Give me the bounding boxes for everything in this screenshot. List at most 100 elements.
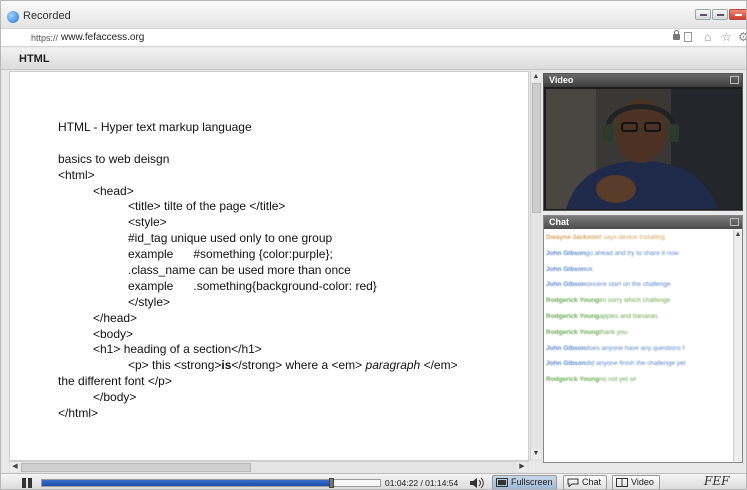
whiteboard-horizontal-scrollbar[interactable]: ◀ ▶ (9, 461, 529, 473)
scroll-right-icon[interactable]: ▶ (517, 462, 527, 472)
notes-line: <html> (58, 167, 95, 182)
scroll-thumb[interactable] (21, 463, 251, 472)
video-panel-header: Video (544, 74, 742, 87)
fullscreen-icon (496, 478, 508, 487)
minimize-button[interactable] (695, 9, 711, 20)
time-readout: 01:04:22 / 01:14:54 (385, 478, 459, 488)
fef-logo: FEF (704, 474, 730, 488)
volume-icon[interactable] (469, 477, 487, 489)
chat-toggle-button[interactable]: Chat (563, 475, 607, 489)
notes-line: </body> (93, 390, 137, 405)
chat-text: it says device Installing (598, 234, 665, 241)
notes-fragment-italic: paragraph (365, 358, 421, 373)
chat-sender: Rodgerick Young (546, 297, 600, 305)
scroll-left-icon[interactable]: ◀ (10, 462, 20, 472)
chat-icon (567, 478, 579, 488)
scroll-up-icon[interactable]: ▲ (531, 72, 541, 82)
url-scheme: https:// (31, 33, 59, 43)
window-title: Recorded (23, 10, 71, 22)
chat-message: Rodgerick Youngthank you (546, 325, 732, 341)
scroll-down-icon[interactable]: ▼ (531, 449, 541, 459)
close-button[interactable] (729, 9, 746, 20)
scroll-thumb[interactable] (532, 83, 541, 213)
chat-message: John Gibsonsincere start on the challeng… (546, 277, 732, 293)
fullscreen-label: Fullscreen (511, 477, 553, 487)
notes-line: #id_tag unique used only to one group (128, 231, 333, 246)
notes-fragment-bold: is (221, 358, 232, 373)
notes-line: </style> (128, 294, 171, 309)
notes-line: <h1> heading of a section</h1> (93, 342, 262, 357)
progress-handle[interactable] (329, 478, 335, 488)
notes-line: example .something{background-color: red… (128, 278, 377, 293)
video-panel: Video (543, 73, 743, 211)
chat-message: John Gibsonok (546, 262, 732, 278)
star-icon[interactable]: ☆ (721, 30, 732, 44)
video-icon (616, 478, 628, 487)
notes-line: .class_name can be used more than once (128, 263, 351, 278)
video-label: Video (631, 477, 654, 487)
notes-line: <p> this <strong>is</strong> where a <em… (58, 358, 458, 374)
notes-content: HTML - Hyper text markup language basics… (58, 120, 458, 422)
chat-text: no not yet sir (599, 376, 637, 384)
webcam-image (546, 89, 741, 209)
notes-line: the different font </p> (58, 374, 172, 389)
close-icon (735, 14, 742, 16)
notes-line: <style> (128, 215, 167, 230)
notes-line: <head> (93, 183, 134, 198)
webcam-feed (546, 89, 741, 209)
gear-icon[interactable]: ⚙ (738, 30, 746, 44)
url-host: www.fefaccess.org (61, 32, 145, 43)
chat-sender: John Gibson (546, 281, 586, 289)
chat-message: John Gibsongo ahead and try to share it … (546, 246, 732, 262)
chat-sender: John Gibson (546, 265, 586, 273)
chat-panel-header: Chat (544, 216, 742, 229)
notes-fragment: </em> (420, 358, 458, 373)
chat-text: apples and bananas (599, 312, 658, 320)
chat-sender: Dwayne Jackson (546, 234, 599, 241)
chat-sender: Rodgerick Young (546, 312, 600, 320)
chat-message: John Gibsondid anyone finish the challen… (546, 356, 732, 372)
chat-message: Dwayne Jacksonit says device Installing (546, 230, 732, 246)
chat-scrollbar[interactable]: ▲ (733, 230, 742, 462)
notes-line: <body> (93, 326, 134, 341)
video-panel-title: Video (549, 75, 574, 85)
chat-sender: John Gibson (546, 344, 586, 352)
chat-message: Rodgerick Youngno not yet sir (546, 372, 732, 388)
notes-line: </head> (93, 310, 138, 325)
page-icon[interactable] (684, 32, 692, 42)
notes-line: </html> (58, 406, 99, 421)
popout-icon[interactable] (730, 76, 739, 84)
playback-controls: 01:04:22 / 01:14:54 Fullscreen Chat Vide… (1, 473, 746, 489)
popout-icon[interactable] (730, 218, 739, 226)
whiteboard-vertical-scrollbar[interactable]: ▲ ▼ (530, 71, 542, 461)
pause-button[interactable] (20, 478, 34, 488)
chat-message: Rodgerick Youngapples and bananas (546, 309, 732, 325)
section-header: HTML (1, 48, 746, 70)
video-toggle-button[interactable]: Video (612, 475, 660, 489)
minimize-icon (700, 14, 707, 16)
chat-sender: John Gibson (546, 360, 586, 368)
fullscreen-button[interactable]: Fullscreen (492, 475, 557, 489)
chat-panel: Chat Dwayne Jacksonit says device Instal… (543, 215, 743, 463)
notes-line: example #something {color:purple}; (128, 247, 333, 262)
app-icon (7, 11, 19, 23)
address-bar[interactable]: https:// www.fefaccess.org ⌂ ☆ ⚙ (1, 28, 746, 47)
maximize-button[interactable] (712, 9, 728, 20)
chat-message: John Gibsondoes anyone have any question… (546, 341, 732, 357)
notes-heading: HTML - Hyper text markup language (58, 120, 252, 134)
progress-bar[interactable] (41, 478, 381, 488)
section-title: HTML (19, 53, 50, 65)
chat-text: go ahead and try to share it now (585, 249, 679, 257)
chat-sender: Rodgerick Young (546, 376, 600, 384)
whiteboard-panel: HTML - Hyper text markup language basics… (9, 71, 529, 461)
chat-text: thank you (599, 328, 628, 336)
scroll-up-icon[interactable]: ▲ (734, 230, 742, 240)
home-icon[interactable]: ⌂ (704, 30, 711, 44)
maximize-icon (717, 14, 724, 16)
lock-icon (673, 30, 680, 40)
chat-text: did anyone finish the challenge yet (585, 360, 686, 368)
chat-label: Chat (582, 477, 602, 487)
chat-sender: Rodgerick Young (546, 328, 600, 336)
chat-text: im sorry which challenge (599, 297, 671, 305)
chat-message-list: Dwayne Jacksonit says device Installing J… (546, 230, 732, 462)
